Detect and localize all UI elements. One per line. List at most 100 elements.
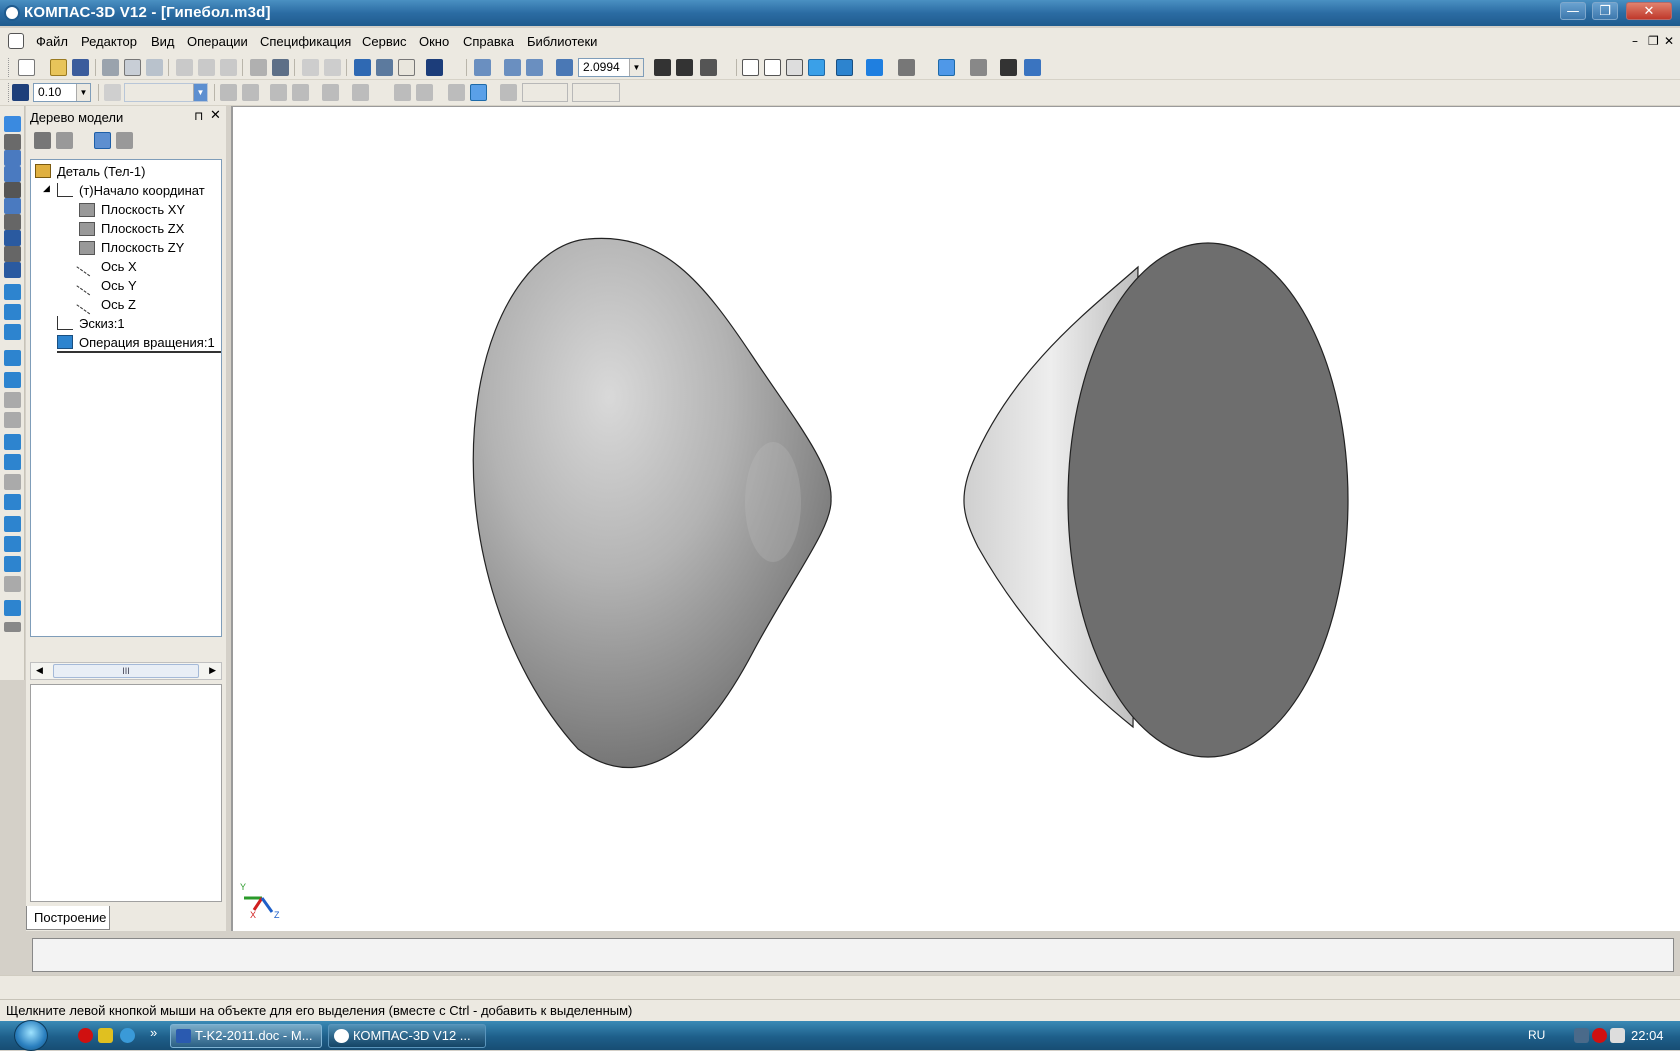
- copy-icon[interactable]: [198, 59, 215, 76]
- extrude-icon[interactable]: [4, 284, 21, 300]
- draft-icon[interactable]: [4, 474, 21, 490]
- variables-fx-icon[interactable]: [398, 59, 415, 76]
- properties-icon[interactable]: [250, 59, 267, 76]
- minimize-button[interactable]: —: [1560, 2, 1586, 20]
- ie-icon[interactable]: [120, 1028, 135, 1043]
- model-viewport[interactable]: [231, 106, 1680, 931]
- pan-icon[interactable]: [654, 59, 671, 76]
- thin-hidden-lines-icon[interactable]: [786, 59, 803, 76]
- menu-window[interactable]: Окно: [419, 34, 449, 49]
- local-cs-icon[interactable]: [220, 84, 237, 101]
- document-icon[interactable]: [8, 33, 24, 49]
- menu-operations[interactable]: Операции: [187, 34, 248, 49]
- revolve-tool-icon[interactable]: [4, 304, 21, 320]
- undo-icon[interactable]: [302, 59, 319, 76]
- snap-icon[interactable]: [270, 84, 287, 101]
- opera-tray-icon[interactable]: [1592, 1028, 1607, 1043]
- save-icon[interactable]: [72, 59, 89, 76]
- measure-icon[interactable]: [970, 59, 987, 76]
- shell-icon[interactable]: [4, 434, 21, 450]
- wireframe-icon[interactable]: [742, 59, 759, 76]
- clock[interactable]: 22:04: [1631, 1028, 1664, 1043]
- perspective-icon[interactable]: [866, 59, 883, 76]
- snap-mode-icon[interactable]: [938, 59, 955, 76]
- print-preview-icon[interactable]: [124, 59, 141, 76]
- menu-help[interactable]: Справка: [463, 34, 514, 49]
- kompas-app-icon[interactable]: [4, 5, 20, 21]
- cursor-coords-icon[interactable]: [500, 84, 517, 101]
- volume-icon[interactable]: [1610, 1028, 1625, 1043]
- language-indicator[interactable]: RU: [1528, 1028, 1545, 1042]
- zoom-window-icon[interactable]: [474, 59, 491, 76]
- grid-icon[interactable]: [352, 84, 369, 101]
- menu-file[interactable]: Файл: [36, 34, 68, 49]
- pin-icon[interactable]: ⊓: [194, 109, 203, 123]
- model-canvas[interactable]: [233, 107, 1680, 931]
- tree-sort-icon[interactable]: [56, 132, 73, 149]
- start-button[interactable]: [14, 1020, 48, 1051]
- tree-view-icon[interactable]: [94, 132, 111, 149]
- hole-icon[interactable]: [4, 494, 21, 510]
- scroll-right-icon[interactable]: ▶: [209, 665, 216, 676]
- plane-orient-icon[interactable]: [242, 84, 259, 101]
- quicklaunch-more-icon[interactable]: »: [150, 1025, 157, 1040]
- new-file-icon[interactable]: [18, 59, 35, 76]
- round-icon[interactable]: [448, 84, 465, 101]
- scroll-left-icon[interactable]: ◀: [36, 665, 43, 676]
- print-icon[interactable]: [102, 59, 119, 76]
- library-manager-icon[interactable]: [376, 59, 393, 76]
- layer-combo[interactable]: ▼: [124, 83, 208, 102]
- chevron-down-icon[interactable]: ▼: [629, 59, 643, 76]
- open-folder-icon[interactable]: [50, 59, 67, 76]
- tree-list-icon[interactable]: [116, 132, 133, 149]
- layer-icon[interactable]: [104, 84, 121, 101]
- mdi-minimize-button[interactable]: –: [1632, 34, 1638, 48]
- toolbar-grip[interactable]: [8, 83, 11, 102]
- tree-close-button[interactable]: ✕: [210, 108, 221, 123]
- close-button[interactable]: ✕: [1626, 2, 1672, 20]
- orientation-icon[interactable]: [700, 59, 717, 76]
- insert-part-icon[interactable]: [1000, 59, 1017, 76]
- toolbar-grip[interactable]: [8, 58, 11, 77]
- chevron-down-icon[interactable]: ▼: [193, 84, 207, 101]
- scroll-thumb[interactable]: III: [53, 664, 199, 678]
- cut-revolve-icon[interactable]: [4, 372, 21, 388]
- cursor-step-icon[interactable]: [12, 84, 29, 101]
- tree-horizontal-scrollbar[interactable]: ◀ III ▶: [30, 662, 222, 680]
- manager-icon[interactable]: [354, 59, 371, 76]
- zoom-in-icon[interactable]: [504, 59, 521, 76]
- cs-icon[interactable]: [394, 84, 411, 101]
- surfaces-icon[interactable]: [4, 150, 21, 166]
- coord-y-field[interactable]: [572, 83, 620, 102]
- arrays-icon[interactable]: [4, 166, 21, 182]
- paste-icon[interactable]: [220, 59, 237, 76]
- menu-editor[interactable]: Редактор: [81, 34, 137, 49]
- rotate-icon[interactable]: [676, 59, 693, 76]
- specification-icon[interactable]: [4, 230, 21, 246]
- thicken-icon[interactable]: [4, 576, 21, 592]
- rebuild-icon[interactable]: [1024, 59, 1041, 76]
- tab-build[interactable]: Построение: [26, 906, 110, 930]
- mdi-close-button[interactable]: ✕: [1664, 34, 1674, 48]
- shaded-icon[interactable]: [808, 59, 825, 76]
- redo-icon[interactable]: [324, 59, 341, 76]
- expand-toolbar-icon[interactable]: [4, 622, 21, 632]
- chevron-down-icon[interactable]: ▼: [76, 84, 90, 101]
- hidden-lines-icon[interactable]: [764, 59, 781, 76]
- diagnostics-icon[interactable]: [4, 198, 21, 214]
- menu-view[interactable]: Вид: [151, 34, 175, 49]
- step-combo[interactable]: 0.10 ▼: [33, 83, 91, 102]
- zoom-previous-icon[interactable]: [526, 59, 543, 76]
- snap-2-icon[interactable]: [292, 84, 309, 101]
- right-nappe-face[interactable]: [1067, 242, 1349, 758]
- insert-component-icon[interactable]: [4, 600, 21, 616]
- loft-icon[interactable]: [4, 324, 21, 340]
- chamfer-icon[interactable]: [4, 412, 21, 428]
- sheet-metal-icon[interactable]: [4, 246, 21, 262]
- table-icon[interactable]: [272, 59, 289, 76]
- menu-libraries[interactable]: Библиотеки: [527, 34, 597, 49]
- curves-icon[interactable]: [4, 134, 21, 150]
- elements-icon[interactable]: [4, 262, 21, 278]
- fillet-icon[interactable]: [4, 392, 21, 408]
- properties-panel[interactable]: [32, 938, 1674, 972]
